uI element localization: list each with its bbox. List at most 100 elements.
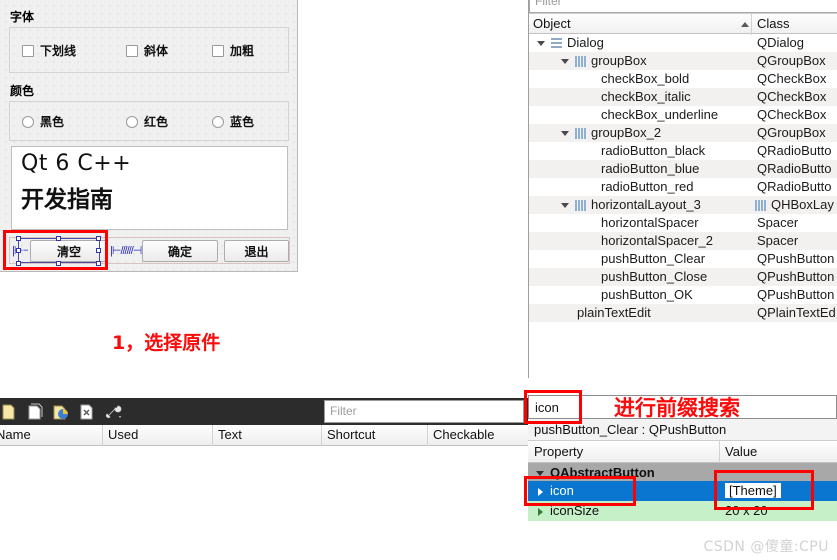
annotation-box-icon-property [524, 476, 636, 506]
tree-cell-class: QPushButton [751, 250, 837, 268]
radio-circle-icon[interactable] [212, 115, 224, 128]
checkbox-row: 下划线 斜体 加粗 [22, 42, 254, 59]
checkbox-italic[interactable]: 斜体 [126, 42, 212, 59]
layout-icon [575, 200, 586, 211]
tree-cell-object: plainTextEdit [529, 304, 751, 322]
table-row[interactable]: checkBox_underline QCheckBox [529, 106, 837, 124]
table-row[interactable]: pushButton_Clear QPushButton [529, 250, 837, 268]
edit-action-icon[interactable] [52, 403, 70, 421]
object-inspector[interactable]: Filter Object Class Dialog QDialog group… [528, 0, 837, 378]
property-editor-header: Property Value [528, 441, 837, 463]
action-column-used[interactable]: Used [108, 427, 138, 442]
header-divider[interactable] [751, 14, 752, 35]
inspector-filter-input[interactable]: Filter [529, 0, 837, 13]
chevron-right-icon[interactable] [538, 508, 543, 516]
table-row[interactable]: checkBox_italic QCheckBox [529, 88, 837, 106]
radio-black[interactable]: 黑色 [22, 113, 126, 130]
table-row[interactable]: radioButton_red QRadioButto [529, 178, 837, 196]
checkbox-bold[interactable]: 加粗 [212, 42, 254, 59]
tree-cell-object: horizontalSpacer_2 [529, 232, 751, 250]
radio-red[interactable]: 红色 [126, 113, 212, 130]
tree-cell-class: QRadioButto [751, 178, 837, 196]
watermark-text: CSDN @傻童:CPU [703, 539, 829, 555]
layout-icon [755, 200, 766, 211]
tree-object-label: checkBox_bold [601, 71, 690, 86]
header-divider[interactable] [719, 441, 720, 463]
sort-ascending-icon [741, 22, 749, 27]
radio-blue[interactable]: 蓝色 [212, 113, 254, 130]
dialog-icon [551, 38, 562, 49]
tree-object-label: groupBox_2 [591, 125, 662, 140]
tree-class-label: QRadioButto [757, 179, 832, 194]
tree-object-label: radioButton_red [601, 179, 694, 194]
chevron-down-icon[interactable] [561, 131, 569, 136]
radio-circle-icon[interactable] [126, 115, 138, 128]
tree-object-label: horizontalLayout_3 [591, 197, 701, 212]
ok-button[interactable]: 确定 [142, 240, 218, 262]
header-divider[interactable] [427, 425, 428, 446]
tree-cell-class: QPushButton [751, 268, 837, 286]
checkbox-box-icon[interactable] [212, 44, 224, 57]
annotation-box-selected-widget [3, 230, 108, 270]
table-row[interactable]: horizontalSpacer_2 Spacer [529, 232, 837, 250]
tree-object-label: Dialog [567, 35, 604, 50]
property-column-value[interactable]: Value [725, 444, 757, 459]
chevron-down-icon[interactable] [561, 59, 569, 64]
annotation-box-property-filter [524, 390, 582, 424]
tree-cell-object: groupBox_2 [529, 124, 751, 142]
tree-object-label: checkBox_underline [601, 107, 719, 122]
tree-class-label: QDialog [757, 35, 804, 50]
action-column-name[interactable]: Name [0, 427, 31, 442]
action-column-text[interactable]: Text [218, 427, 242, 442]
checkbox-box-icon[interactable] [126, 44, 138, 57]
chevron-down-icon[interactable] [561, 203, 569, 208]
tree-cell-object: groupBox [529, 52, 751, 70]
tree-class-label: QCheckBox [757, 107, 827, 122]
chevron-down-icon[interactable] [537, 41, 545, 46]
header-divider[interactable] [102, 425, 103, 446]
checkbox-box-icon[interactable] [22, 44, 34, 57]
table-row[interactable]: checkBox_bold QCheckBox [529, 70, 837, 88]
tree-class-label: QPushButton [757, 269, 835, 284]
action-editor-toolbar[interactable]: Filter [0, 398, 528, 425]
table-row[interactable]: plainTextEdit QPlainTextEd [529, 304, 837, 322]
new-action-icon[interactable] [0, 403, 18, 421]
table-row[interactable]: horizontalSpacer Spacer [529, 214, 837, 232]
tree-class-label: Spacer [757, 215, 799, 230]
tree-cell-object: checkBox_underline [529, 106, 751, 124]
checkbox-underline[interactable]: 下划线 [22, 42, 126, 59]
action-filter-input[interactable]: Filter [324, 400, 524, 423]
tree-cell-object: radioButton_red [529, 178, 751, 196]
action-column-shortcut[interactable]: Shortcut [327, 427, 375, 442]
table-row[interactable]: radioButton_black QRadioButto [529, 142, 837, 160]
tree-object-label: pushButton_Clear [601, 251, 706, 266]
tree-object-label: checkBox_italic [601, 89, 691, 104]
table-row[interactable]: groupBox_2 QGroupBox [529, 124, 837, 142]
table-row[interactable]: radioButton_blue QRadioButto [529, 160, 837, 178]
tree-object-label: pushButton_OK [601, 287, 693, 302]
tree-cell-class: QDialog [751, 34, 837, 52]
action-column-checkable[interactable]: Checkable [433, 427, 494, 442]
table-row[interactable]: horizontalLayout_3 QHBoxLay [529, 196, 837, 214]
table-row[interactable]: Dialog QDialog [529, 34, 837, 52]
tree-cell-class: Spacer [751, 214, 837, 232]
tree-object-label: horizontalSpacer [601, 215, 699, 230]
copy-action-icon[interactable] [26, 403, 44, 421]
close-button[interactable]: 退出 [224, 240, 289, 262]
tree-cell-class: QGroupBox [751, 52, 837, 70]
property-column-property[interactable]: Property [534, 444, 583, 459]
checkbox-italic-label: 斜体 [144, 44, 169, 58]
plain-text-edit[interactable]: Qt 6 C++ 开发指南 [11, 146, 288, 230]
table-row[interactable]: pushButton_Close QPushButton [529, 268, 837, 286]
header-divider[interactable] [212, 425, 213, 446]
column-header-class[interactable]: Class [757, 16, 790, 31]
table-row[interactable]: groupBox QGroupBox [529, 52, 837, 70]
column-header-object[interactable]: Object [533, 16, 571, 31]
header-divider[interactable] [321, 425, 322, 446]
tree-class-label: QPushButton [757, 287, 835, 302]
tree-cell-class: QPushButton [751, 286, 837, 304]
radio-circle-icon[interactable] [22, 115, 34, 128]
table-row[interactable]: pushButton_OK QPushButton [529, 286, 837, 304]
configure-icon[interactable] [104, 403, 122, 421]
delete-action-icon[interactable] [78, 403, 96, 421]
